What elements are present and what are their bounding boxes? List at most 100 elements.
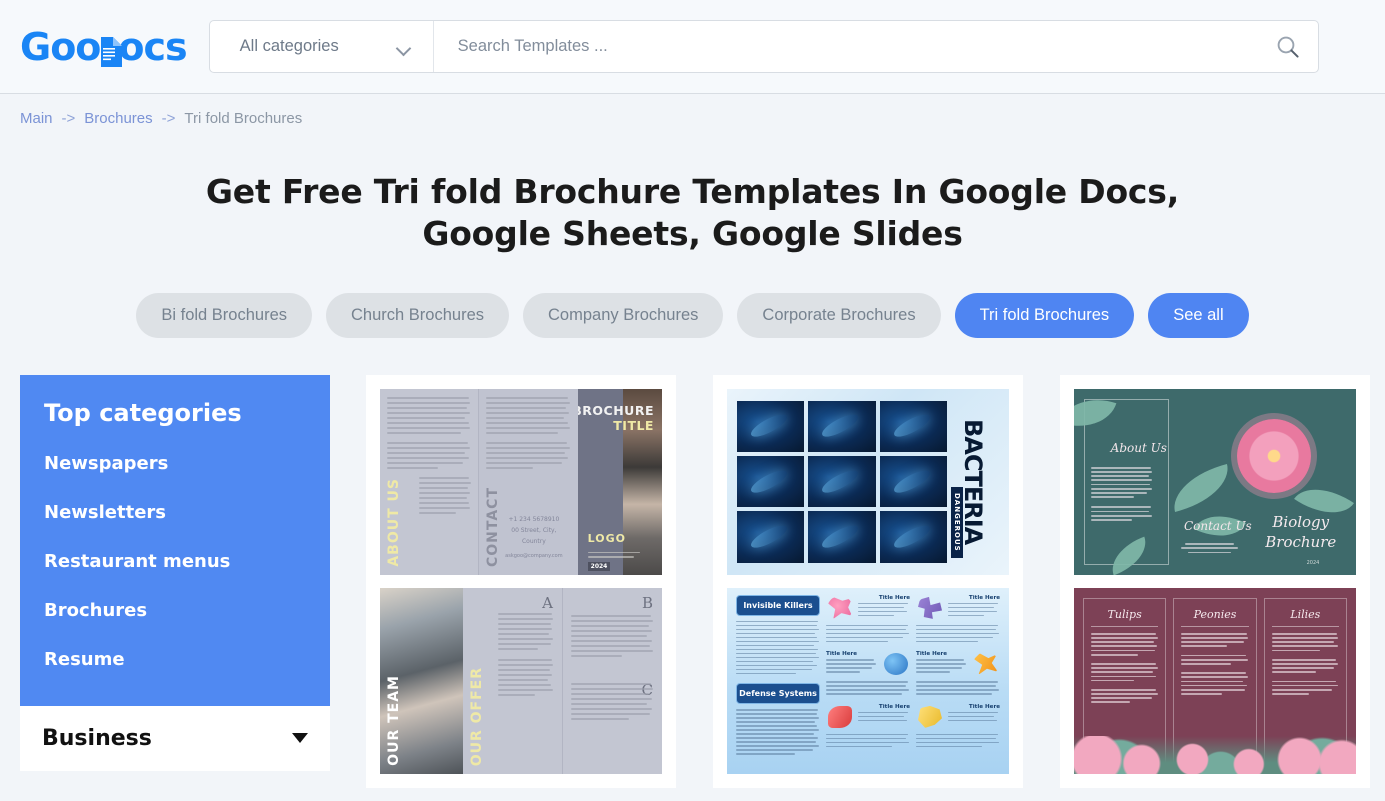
caret-down-icon xyxy=(292,733,308,744)
bacteria-item: Title Here xyxy=(826,704,910,730)
template-thumbnail-back: OUR TEAM A OUR OFFER B C xyxy=(380,587,662,774)
bacteria-cell xyxy=(879,456,947,508)
biology-year: 2024 xyxy=(1306,559,1320,566)
sidebar-accordion-business[interactable]: Business xyxy=(20,705,330,771)
bacteria-item-column: Title Here Title Here Title Here xyxy=(826,595,910,767)
bacteria-cell xyxy=(737,456,805,508)
germ-icon-pink xyxy=(826,595,854,621)
brochure-panel-cover: BROCHURE TITLE LOGO 2024 xyxy=(577,388,662,575)
template-thumbnail-front: BACTERIA DANGEROUS xyxy=(727,388,1009,575)
bacteria-cell xyxy=(808,511,876,563)
chevron-down-icon xyxy=(398,43,411,51)
logo-text-goo: Goo xyxy=(20,24,101,69)
team-photo: OUR TEAM xyxy=(380,587,463,774)
chip-company-brochures[interactable]: Company Brochures xyxy=(523,292,724,338)
column-title: Tulips xyxy=(1091,608,1159,627)
bacteria-text-column: Invisible Killers Defense Systems xyxy=(736,594,820,767)
sidebar-item-restaurant-menus[interactable]: Restaurant menus xyxy=(44,551,306,572)
chip-bi-fold-brochures[interactable]: Bi fold Brochures xyxy=(136,292,313,338)
section-defense-systems: Defense Systems xyxy=(736,683,820,705)
bacteria-cell xyxy=(879,400,947,453)
category-filter-chips: Bi fold Brochures Church Brochures Compa… xyxy=(0,292,1385,338)
biology-brand-title: Biology Brochure xyxy=(1265,512,1336,553)
site-header: Goo ocs All categories xyxy=(0,0,1385,94)
bacteria-item-column: Title Here Title Here Title Here xyxy=(916,595,1000,767)
bacteria-title-area: BACTERIA DANGEROUS xyxy=(947,396,999,568)
leaf-decoration xyxy=(1166,463,1236,512)
search-button[interactable] xyxy=(1258,21,1318,72)
brochure-title-line2: TITLE xyxy=(613,417,654,433)
germ-icon-blue xyxy=(882,651,910,677)
sidebar-item-resume[interactable]: Resume xyxy=(44,649,306,670)
item-title: Title Here xyxy=(968,703,1000,710)
bacteria-item: Title Here xyxy=(916,651,1000,677)
main-content: Top categories Newspapers Newsletters Re… xyxy=(0,374,1385,788)
template-card-biology-floral[interactable]: About Us Contact Us Biology Brochure 202… xyxy=(1060,374,1370,788)
sidebar-item-brochures[interactable]: Brochures xyxy=(44,600,306,621)
brochure-logo-text: LOGO xyxy=(587,531,627,545)
item-title: Title Here xyxy=(878,703,910,710)
contact-phone: +1 234 5678910 xyxy=(508,516,560,524)
sidebar-item-newsletters[interactable]: Newsletters xyxy=(44,502,306,523)
chip-church-brochures[interactable]: Church Brochures xyxy=(326,292,509,338)
page-title: Get Free Tri fold Brochure Templates In … xyxy=(205,172,1180,253)
brand-line1: Biology xyxy=(1272,513,1330,531)
sidebar-item-newspapers[interactable]: Newspapers xyxy=(44,453,306,474)
bacteria-cell xyxy=(737,400,805,453)
panel-letter-b: B xyxy=(641,593,653,612)
flower-illustration xyxy=(1236,418,1311,493)
bacteria-cell xyxy=(808,400,876,453)
contact-country: Country xyxy=(521,538,546,546)
template-grid: ABOUT US CONTACT +1 234 5678910 00 Stree… xyxy=(366,374,1370,788)
breadcrumb-separator: -> xyxy=(61,110,76,127)
bacteria-image-grid xyxy=(737,400,947,563)
document-icon xyxy=(98,32,123,67)
search-input[interactable] xyxy=(433,21,1258,72)
bacteria-badge-dangerous: DANGEROUS xyxy=(951,487,963,558)
contact-address: 00 Street, City, xyxy=(511,527,557,535)
panel-letter-a: A xyxy=(542,593,553,612)
floral-border-decoration xyxy=(1074,735,1356,774)
brochure-panel-offer: A OUR OFFER xyxy=(463,588,562,774)
germ-icon-orange xyxy=(972,651,1000,677)
item-title: Title Here xyxy=(826,651,858,658)
sidebar: Top categories Newspapers Newsletters Re… xyxy=(20,374,330,771)
contact-email: askgoo@company.com xyxy=(505,552,563,559)
site-logo[interactable]: Goo ocs xyxy=(20,24,188,69)
brochure-year: 2024 xyxy=(587,561,611,571)
column-title: Peonies xyxy=(1181,608,1249,627)
bacteria-cell xyxy=(879,511,947,563)
brochure-label-our-team: OUR TEAM xyxy=(386,675,402,766)
germ-icon-yellow xyxy=(916,704,944,730)
bacteria-item: Title Here xyxy=(826,651,910,677)
brochure-panel-contact: CONTACT +1 234 5678910 00 Street, City, … xyxy=(478,388,578,575)
bacteria-cell xyxy=(737,511,805,563)
template-thumbnail-back: Invisible Killers Defense Systems Title … xyxy=(727,587,1009,774)
sidebar-top-categories: Top categories Newspapers Newsletters Re… xyxy=(20,374,330,706)
brochure-label-our-offer: OUR OFFER xyxy=(469,666,485,766)
biology-about-title: About Us xyxy=(1110,440,1167,455)
brochure-panel-about: ABOUT US xyxy=(380,388,479,575)
breadcrumb-item-main[interactable]: Main xyxy=(20,110,53,127)
chip-see-all[interactable]: See all xyxy=(1148,292,1249,338)
template-card-corporate-grey-trifold[interactable]: ABOUT US CONTACT +1 234 5678910 00 Stree… xyxy=(366,374,676,788)
search-bar: All categories xyxy=(208,20,1319,73)
category-select-label: All categories xyxy=(239,37,339,55)
brochure-label-about-us: ABOUT US xyxy=(386,478,402,567)
germ-icon-purple xyxy=(916,595,944,621)
sidebar-accordion-label: Business xyxy=(42,725,152,751)
brochure-title-line1: BROCHURE xyxy=(577,402,654,418)
template-card-dangerous-bacteria[interactable]: BACTERIA DANGEROUS Invisible Killers Def… xyxy=(713,374,1023,788)
breadcrumb-separator: -> xyxy=(161,110,176,127)
category-select[interactable]: All categories xyxy=(210,21,434,72)
search-icon xyxy=(1275,34,1301,60)
bacteria-item: Title Here xyxy=(916,595,1000,621)
bacteria-item: Title Here xyxy=(826,595,910,621)
chip-corporate-brochures[interactable]: Corporate Brochures xyxy=(737,292,941,338)
germ-icon-red xyxy=(826,704,854,730)
breadcrumb-item-brochures[interactable]: Brochures xyxy=(84,110,152,127)
item-title: Title Here xyxy=(878,594,910,601)
template-thumbnail-front: About Us Contact Us Biology Brochure 202… xyxy=(1074,388,1356,575)
brochure-title: BROCHURE TITLE xyxy=(578,403,654,433)
chip-tri-fold-brochures[interactable]: Tri fold Brochures xyxy=(954,292,1135,338)
